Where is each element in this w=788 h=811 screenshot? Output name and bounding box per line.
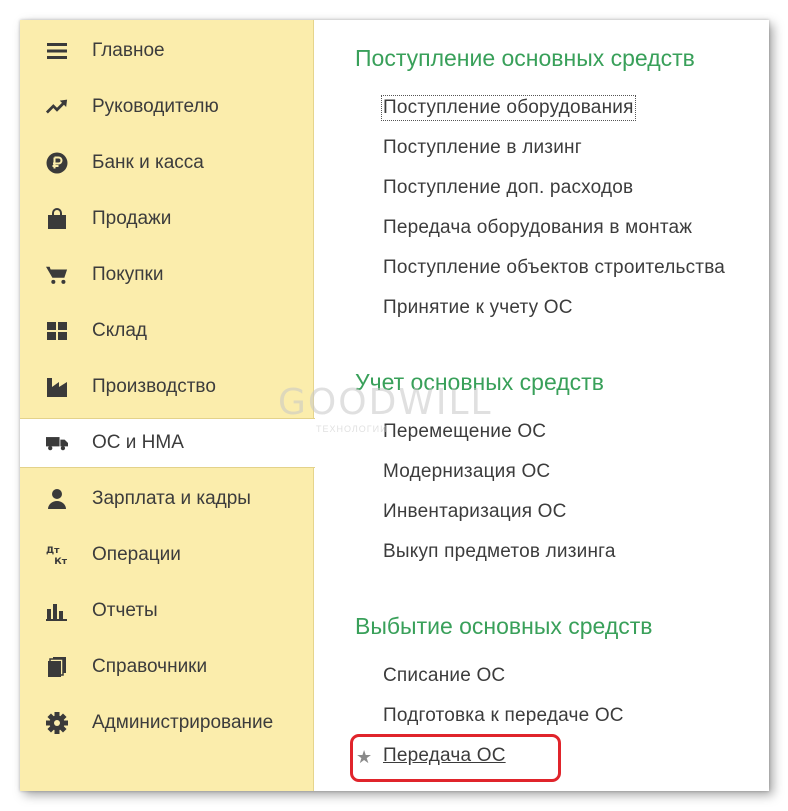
sidebar-item-production[interactable]: Производство <box>20 362 314 412</box>
link-transfer-preparation[interactable]: Подготовка к передаче ОС <box>383 705 624 727</box>
sidebar-item-salary[interactable]: Зарплата и кадры <box>20 474 314 524</box>
link-extra-expenses[interactable]: Поступление доп. расходов <box>383 177 633 199</box>
svg-text:Кт: Кт <box>54 556 67 567</box>
sidebar-item-directories[interactable]: Справочники <box>20 642 314 692</box>
app-window: Главное Руководителю Банк и касса Продаж… <box>20 20 769 791</box>
sidebar-item-label: Продажи <box>92 208 172 229</box>
factory-icon <box>46 376 68 398</box>
sidebar-item-purchases[interactable]: Покупки <box>20 250 314 300</box>
truck-icon <box>46 432 68 454</box>
sidebar-item-administration[interactable]: Администрирование <box>20 698 314 748</box>
sidebar-item-label: Отчеты <box>92 600 158 621</box>
link-asset-transfer-move[interactable]: Перемещение ОС <box>383 421 546 443</box>
sidebar-item-label: Зарплата и кадры <box>92 488 251 509</box>
link-asset-modernization[interactable]: Модернизация ОС <box>383 461 550 483</box>
highlight-box <box>350 734 561 782</box>
books-icon <box>46 656 68 678</box>
sidebar-item-label: Производство <box>92 376 216 397</box>
sidebar-item-label: Банк и касса <box>92 152 204 173</box>
sidebar: Главное Руководителю Банк и касса Продаж… <box>20 20 315 791</box>
sidebar-item-label: Справочники <box>92 656 208 677</box>
link-asset-inventory[interactable]: Инвентаризация ОС <box>383 501 567 523</box>
sidebar-item-sales[interactable]: Продажи <box>20 194 314 244</box>
link-equipment-installation[interactable]: Передача оборудования в монтаж <box>383 217 692 239</box>
shopping-bag-icon <box>46 208 68 230</box>
link-leasing-receipt[interactable]: Поступление в лизинг <box>383 137 582 159</box>
ruble-coin-icon <box>46 152 68 174</box>
sidebar-item-manager[interactable]: Руководителю <box>20 82 314 132</box>
sidebar-item-label: Склад <box>92 320 147 341</box>
link-construction-receipt[interactable]: Поступление объектов строительства <box>383 257 725 279</box>
menu-lines-icon <box>46 40 68 62</box>
sidebar-item-label: Руководителю <box>92 96 219 117</box>
sidebar-item-label: Операции <box>92 544 181 565</box>
sidebar-item-fixed-assets[interactable]: ОС и НМА <box>20 418 315 468</box>
sidebar-item-label: Администрирование <box>92 712 274 733</box>
main-content: Поступление основных средств Поступление… <box>315 20 769 791</box>
sidebar-item-label: Покупки <box>92 264 164 285</box>
svg-text:Дт: Дт <box>46 545 60 556</box>
bar-chart-icon <box>46 600 68 622</box>
section-title-receipt: Поступление основных средств <box>355 45 695 71</box>
sidebar-item-reports[interactable]: Отчеты <box>20 586 314 636</box>
section-title-disposal: Выбытие основных средств <box>355 613 653 639</box>
warehouse-grid-icon <box>46 320 68 342</box>
link-asset-write-off[interactable]: Списание ОС <box>383 665 505 687</box>
gear-icon <box>46 712 68 734</box>
link-asset-acceptance[interactable]: Принятие к учету ОС <box>383 297 573 319</box>
sidebar-item-warehouse[interactable]: Склад <box>20 306 314 356</box>
link-equipment-receipt[interactable]: Поступление оборудования <box>381 95 636 121</box>
sidebar-item-bank[interactable]: Банк и касса <box>20 138 314 188</box>
shopping-cart-icon <box>46 264 68 286</box>
section-title-accounting: Учет основных средств <box>355 369 604 395</box>
sidebar-item-operations[interactable]: Дт Кт Операции <box>20 530 314 580</box>
person-icon <box>46 488 68 510</box>
debit-credit-icon: Дт Кт <box>46 544 68 567</box>
link-leasing-buyout[interactable]: Выкуп предметов лизинга <box>383 541 616 563</box>
sidebar-item-label: Главное <box>92 40 165 61</box>
trend-up-icon <box>46 96 68 118</box>
sidebar-item-label: ОС и НМА <box>92 432 184 453</box>
sidebar-item-main[interactable]: Главное <box>20 26 314 76</box>
